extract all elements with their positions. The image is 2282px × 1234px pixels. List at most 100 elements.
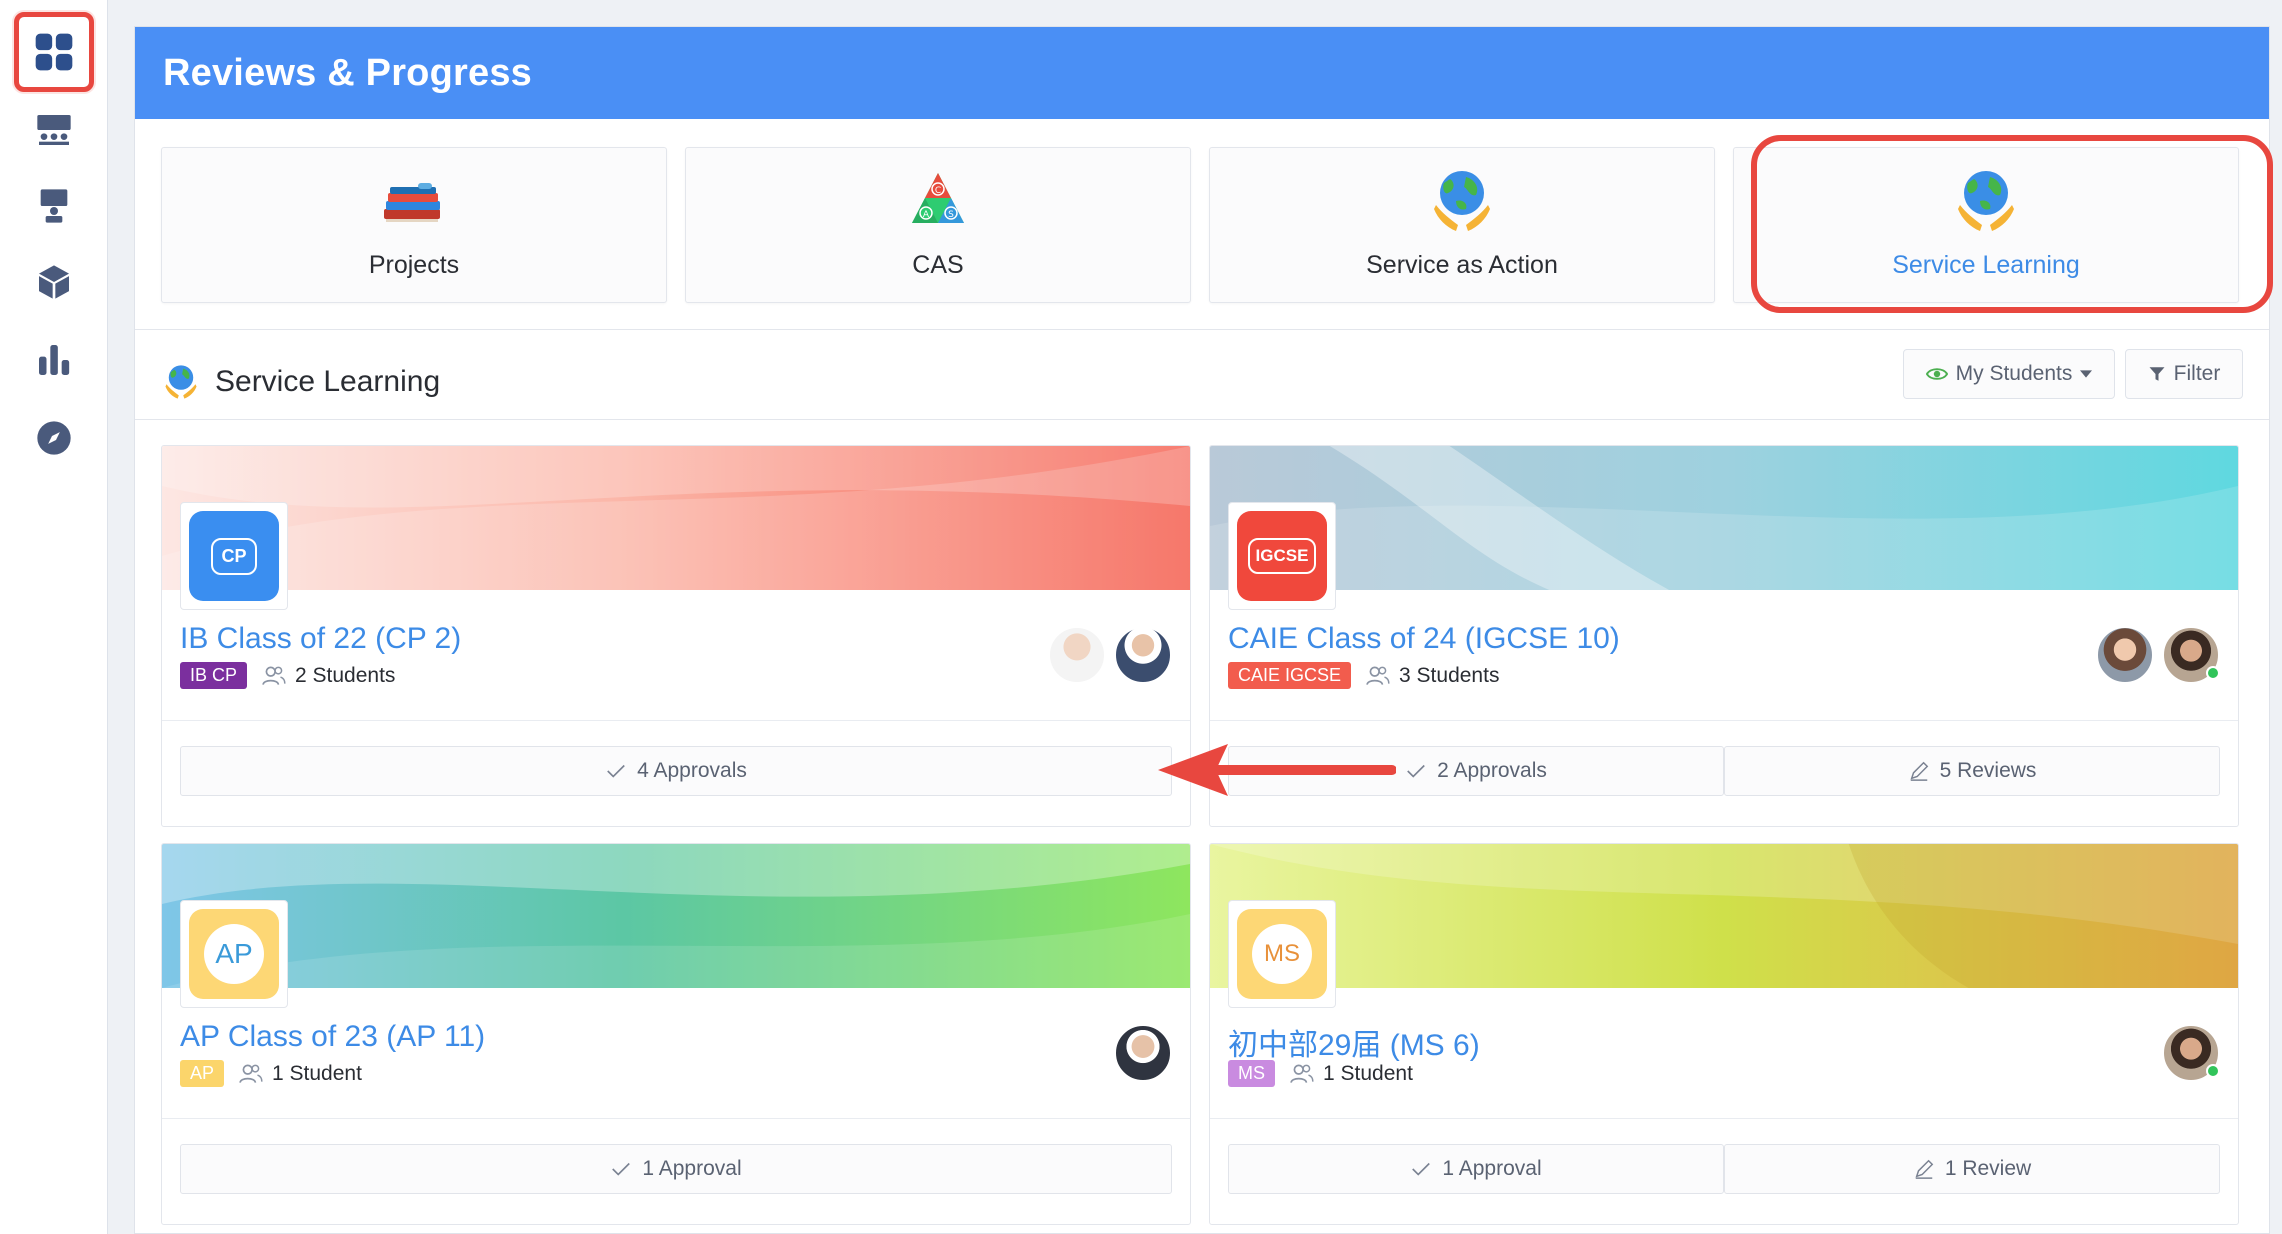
student-count-text: 2 Students: [295, 663, 396, 687]
divider: [135, 329, 2269, 330]
avatar[interactable]: [1114, 626, 1172, 684]
student-count: 2 Students: [261, 663, 395, 689]
sidebar-item-presenter[interactable]: [24, 176, 84, 236]
cube-icon: [39, 265, 69, 299]
approvals-button[interactable]: 1 Approval: [1228, 1144, 1724, 1194]
grid-icon: [35, 33, 73, 71]
avatar[interactable]: [2162, 1024, 2220, 1082]
class-logo: IGCSE: [1237, 511, 1327, 601]
avatar[interactable]: [2096, 626, 2154, 684]
pencil-icon: [1910, 761, 1928, 781]
svg-text:A: A: [923, 210, 930, 220]
teacher-avatars: [1114, 1024, 1172, 1082]
category-tiles: Projects C A S CAS Service as Action Ser…: [161, 135, 2273, 313]
tile-label: Service as Action: [1366, 251, 1558, 279]
check-icon: [1412, 1162, 1431, 1176]
bar-chart-icon: [39, 345, 70, 375]
tile-label: Service Learning: [1892, 251, 2080, 279]
class-meta: AP 1 Student: [180, 1060, 362, 1087]
main-panel: Reviews & Progress Projects C A S CAS Se…: [134, 26, 2273, 1234]
caret-down-icon: [2080, 370, 2093, 378]
teacher-avatars: [1048, 626, 1172, 684]
class-logo-box: CP: [180, 502, 288, 610]
reviews-button[interactable]: 5 Reviews: [1724, 746, 2220, 796]
check-icon: [607, 764, 625, 778]
tile-label: Projects: [368, 251, 460, 279]
card-divider: [1210, 1118, 2238, 1119]
card-actions: 1 Approval 1 Review: [1228, 1144, 2220, 1194]
class-name-link[interactable]: 初中部29届 (MS 6): [1228, 1020, 1480, 1064]
arrow-left-icon: [1158, 744, 1396, 796]
card-banner: [162, 844, 1190, 988]
users-icon: [1366, 665, 1390, 685]
student-count-text: 1 Student: [272, 1061, 362, 1085]
my-students-dropdown[interactable]: My Students: [1903, 349, 2115, 399]
cas-triangle-icon: C A S: [902, 165, 974, 237]
users-icon: [239, 1063, 263, 1083]
tile-projects[interactable]: Projects: [161, 147, 667, 303]
class-name-link[interactable]: AP Class of 23 (AP 11): [180, 1020, 485, 1054]
class-card[interactable]: MS 初中部29届 (MS 6) MS 1 Student 1 Approval…: [1209, 843, 2239, 1225]
sidebar: [0, 0, 108, 1234]
tile-service-as-action[interactable]: Service as Action: [1209, 147, 1715, 303]
page-header: Reviews & Progress: [135, 27, 2269, 119]
card-divider: [162, 720, 1190, 721]
filter-icon: [2149, 367, 2165, 381]
class-card[interactable]: AP AP Class of 23 (AP 11) AP 1 Student 1…: [161, 843, 1191, 1225]
class-name-link[interactable]: IB Class of 22 (CP 2): [180, 622, 461, 656]
class-meta: MS 1 Student: [1228, 1060, 1413, 1087]
section-title: Service Learning: [215, 365, 441, 398]
program-badge: IB CP: [180, 662, 248, 689]
sidebar-item-classroom[interactable]: [24, 100, 84, 160]
card-actions: 4 Approvals: [180, 746, 1172, 796]
divider: [135, 419, 2269, 420]
classroom-icon: [37, 115, 71, 145]
class-logo-text: MS: [1252, 924, 1312, 984]
approvals-label: 1 Approval: [1442, 1157, 1542, 1180]
class-logo-box: IGCSE: [1228, 502, 1336, 610]
avatar[interactable]: [1048, 626, 1106, 684]
card-banner: [1210, 844, 2238, 988]
approvals-label: 1 Approval: [642, 1157, 742, 1180]
my-students-label: My Students: [1955, 362, 2073, 385]
approvals-button[interactable]: 1 Approval: [180, 1144, 1172, 1194]
reviews-button[interactable]: 1 Review: [1724, 1144, 2220, 1194]
student-count-text: 1 Student: [1323, 1061, 1413, 1085]
approvals-label: 2 Approvals: [1437, 759, 1547, 782]
pencil-icon: [1915, 1159, 1934, 1179]
class-logo-text: CP: [211, 537, 257, 575]
avatar[interactable]: [2162, 626, 2220, 684]
class-meta: IB CP 2 Students: [180, 662, 395, 689]
compass-icon: [37, 421, 71, 455]
tile-label: CAS: [912, 251, 964, 279]
class-logo: AP: [189, 909, 279, 999]
student-count: 1 Student: [238, 1061, 362, 1087]
program-badge: AP: [180, 1060, 225, 1087]
presenter-icon: [40, 189, 68, 223]
sidebar-item-explore[interactable]: [24, 408, 84, 468]
sidebar-item-resources[interactable]: [24, 252, 84, 312]
card-banner: [1210, 446, 2238, 590]
tile-service-learning[interactable]: Service Learning: [1733, 147, 2239, 303]
globe-hands-icon: [1426, 165, 1498, 237]
filter-button[interactable]: Filter: [2125, 349, 2243, 399]
student-count: 3 Students: [1365, 663, 1499, 689]
sidebar-item-reports[interactable]: [24, 330, 84, 390]
program-badge: MS: [1228, 1060, 1275, 1087]
class-name-link[interactable]: CAIE Class of 24 (IGCSE 10): [1228, 622, 1620, 656]
sidebar-item-dashboard[interactable]: [14, 12, 94, 92]
avatar[interactable]: [1114, 1024, 1172, 1082]
class-logo: CP: [189, 511, 279, 601]
tile-cas[interactable]: C A S CAS: [685, 147, 1191, 303]
users-icon: [262, 665, 286, 685]
class-logo: MS: [1237, 909, 1327, 999]
online-indicator: [2206, 666, 2220, 680]
svg-text:S: S: [948, 210, 954, 220]
class-logo-text: IGCSE: [1247, 538, 1317, 574]
class-card[interactable]: CP IB Class of 22 (CP 2) IB CP 2 Student…: [161, 445, 1191, 827]
approvals-button[interactable]: 4 Approvals: [180, 746, 1172, 796]
class-meta: CAIE IGCSE 3 Students: [1228, 662, 1499, 689]
program-badge: CAIE IGCSE: [1228, 662, 1352, 689]
online-indicator: [2206, 1064, 2220, 1078]
filter-label: Filter: [2173, 362, 2221, 385]
